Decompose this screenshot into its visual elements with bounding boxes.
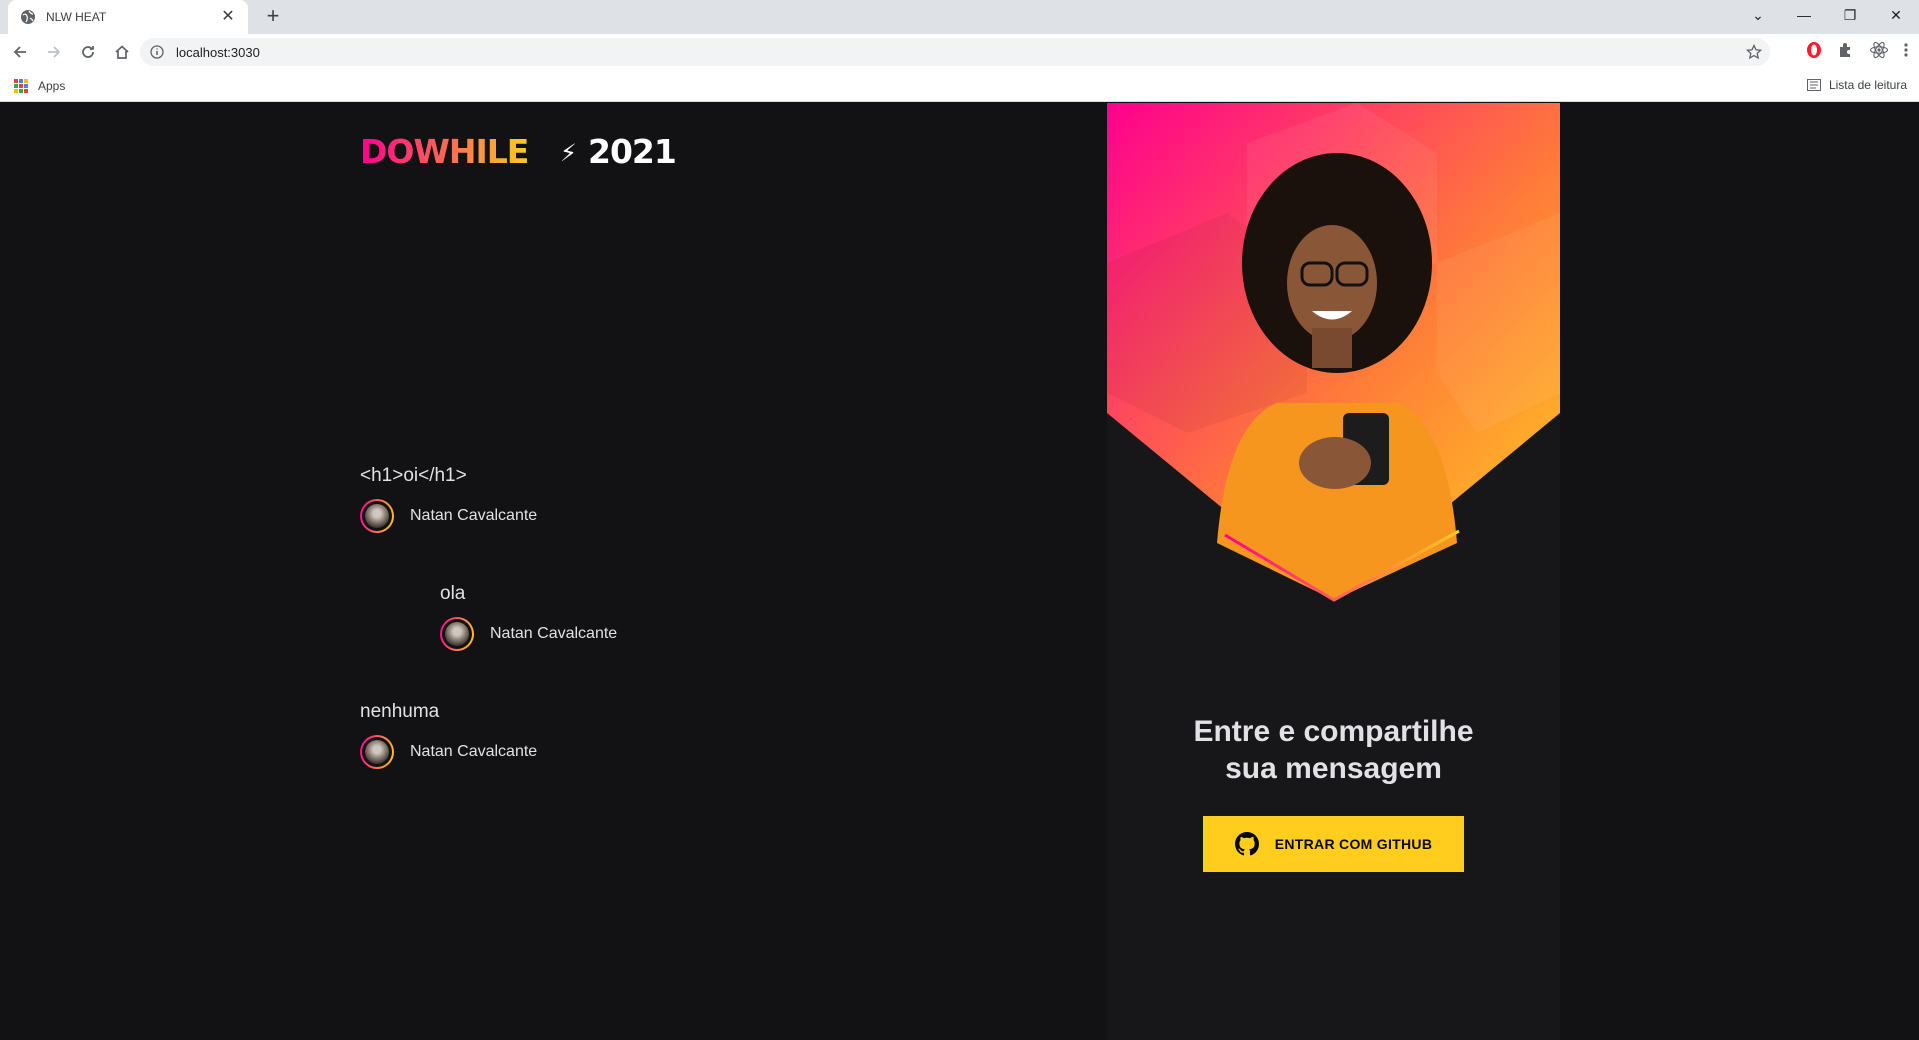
reading-list-icon — [1806, 79, 1821, 91]
message-user: Natan Cavalcante — [360, 735, 537, 769]
tab-search-icon[interactable]: ⌄ — [1735, 0, 1781, 30]
browser-tab[interactable]: NLW HEAT ✕ — [8, 0, 248, 34]
svg-text:DOWHILE: DOWHILE — [360, 133, 528, 167]
message-user: Natan Cavalcante — [440, 617, 617, 651]
restore-button[interactable]: ❐ — [1827, 0, 1873, 30]
puzzle-icon[interactable] — [1837, 41, 1855, 59]
user-name: Natan Cavalcante — [410, 507, 538, 524]
info-icon[interactable] — [150, 45, 164, 59]
minimize-button[interactable]: — — [1781, 0, 1827, 30]
browser-toolbar: localhost:3030 — [0, 34, 1919, 70]
login-title-line2: sua mensagem — [1225, 752, 1442, 785]
app-root: DOWHILE ⚡ 2021 <h1>oi</h1> Natan Cavalca… — [0, 103, 1919, 1040]
star-icon[interactable] — [1746, 44, 1762, 60]
reload-button[interactable] — [74, 38, 102, 66]
login-panel: Entre e compartilhe sua mensagem ENTRAR … — [1107, 103, 1560, 1040]
user-name: Natan Cavalcante — [490, 625, 618, 642]
home-icon — [115, 45, 129, 59]
back-button[interactable] — [6, 38, 34, 66]
close-window-button[interactable]: ✕ — [1873, 0, 1919, 30]
message-content: <h1>oi</h1> — [360, 465, 467, 486]
kebab-menu-icon[interactable] — [1903, 42, 1909, 58]
message-item: <h1>oi</h1> Natan Cavalcante — [360, 465, 537, 533]
reload-icon — [82, 46, 94, 58]
react-devtools-icon[interactable] — [1869, 40, 1889, 60]
login-github-label: ENTRAR COM GITHUB — [1274, 836, 1433, 852]
avatar — [360, 499, 394, 533]
bookmark-apps-label: Apps — [38, 78, 66, 93]
message-item: nenhuma Natan Cavalcante — [360, 701, 537, 769]
user-name: Natan Cavalcante — [410, 743, 538, 760]
forward-button[interactable] — [40, 38, 68, 66]
arrow-left-icon — [13, 46, 26, 58]
home-button[interactable] — [108, 38, 136, 66]
avatar — [360, 735, 394, 769]
browser-tabbar: NLW HEAT ✕ + ⌄ — ❐ ✕ — [0, 0, 1919, 34]
reading-list-label: Lista de leitura — [1828, 78, 1907, 92]
opera-icon[interactable] — [1805, 41, 1823, 59]
github-icon — [1234, 832, 1259, 856]
message-content: nenhuma — [360, 701, 440, 722]
svg-text:⚡: ⚡ — [560, 139, 577, 167]
new-tab-button[interactable]: + — [260, 4, 286, 30]
dowhile-2021-logo: DOWHILE ⚡ 2021 — [360, 133, 677, 167]
banner-illustration — [1107, 103, 1560, 602]
login-title: Entre e compartilhe sua mensagem — [1107, 713, 1560, 787]
url-text: localhost:3030 — [176, 44, 260, 60]
message-content: ola — [440, 583, 466, 604]
login-github-button[interactable]: ENTRAR COM GITHUB — [1203, 816, 1464, 872]
reading-list-button[interactable]: Lista de leitura — [1806, 78, 1907, 92]
address-bar[interactable]: localhost:3030 — [140, 38, 1770, 66]
message-user: Natan Cavalcante — [360, 499, 537, 533]
close-tab-icon[interactable]: ✕ — [220, 9, 236, 25]
arrow-right-icon — [48, 46, 61, 58]
globe-icon — [21, 10, 35, 24]
login-title-line1: Entre e compartilhe — [1193, 715, 1474, 748]
svg-text:2021: 2021 — [588, 133, 676, 167]
message-item: ola Natan Cavalcante — [440, 583, 617, 651]
tab-title: NLW HEAT — [46, 10, 107, 24]
bookmarks-bar: Apps Lista de leitura — [0, 70, 1919, 102]
apps-grid-icon — [14, 78, 28, 93]
avatar — [440, 617, 474, 651]
bookmark-apps[interactable]: Apps — [14, 78, 66, 93]
